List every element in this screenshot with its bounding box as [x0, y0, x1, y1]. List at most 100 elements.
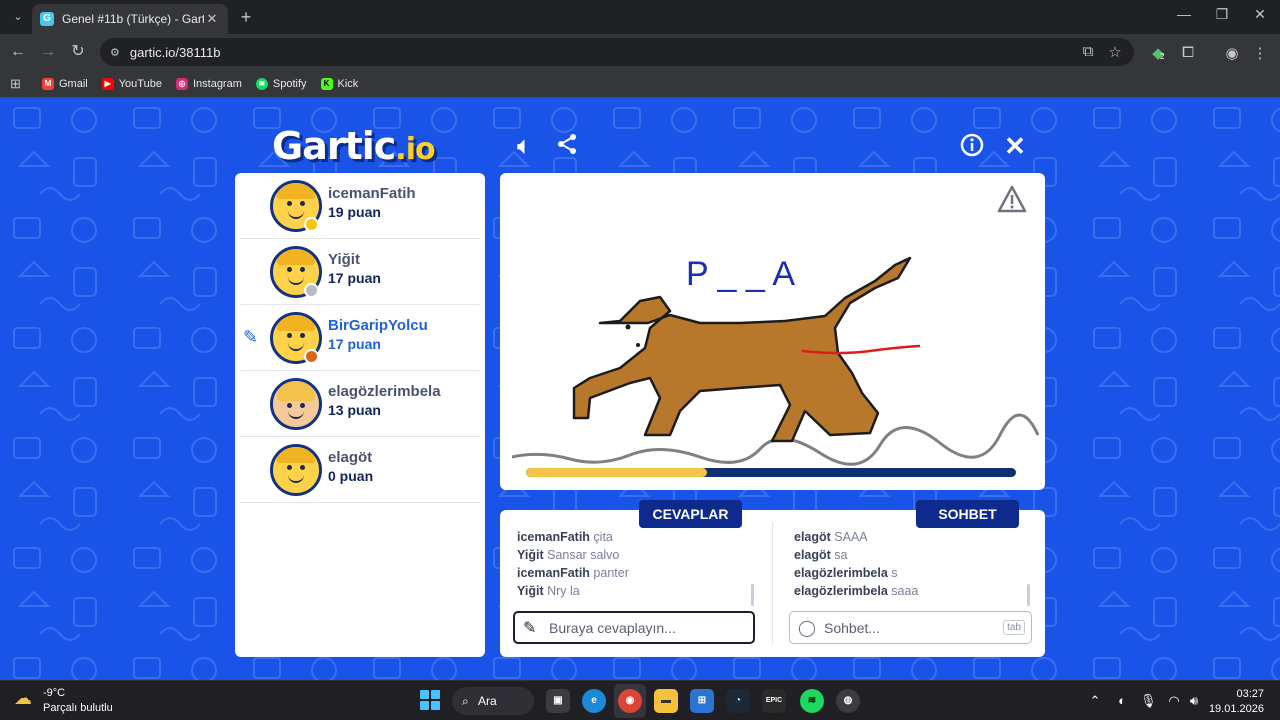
address-bar[interactable]: ⚙ gartic.io/38111b: [100, 38, 1134, 66]
sound-icon[interactable]: 🔈︎: [510, 132, 538, 160]
answers-scrollbar[interactable]: [751, 584, 754, 606]
avatar-mouth: [288, 475, 304, 483]
share-icon[interactable]: [553, 132, 581, 160]
chat-bubble-icon: ◯: [798, 619, 816, 637]
drawing-canvas[interactable]: P _ _ A: [500, 173, 1045, 490]
bookmark-instagram[interactable]: ◎ Instagram: [175, 77, 242, 90]
url-text: gartic.io/38111b: [129, 44, 221, 60]
player-drawing: P _ _ A: [511, 255, 1040, 466]
panel-divider: [772, 522, 773, 644]
chat-input[interactable]: [824, 619, 984, 636]
extensions-puzzle-icon[interactable]: ⧠: [1178, 44, 1198, 61]
answer-input-box[interactable]: ✎: [513, 611, 755, 644]
task-view-icon[interactable]: ▣: [546, 689, 570, 713]
player-row[interactable]: Yiğit 17 puan: [240, 239, 480, 305]
microphone-icon[interactable]: 🎙︎: [1140, 693, 1157, 709]
rank-badge: [304, 283, 319, 298]
avatar-hair: [277, 315, 315, 331]
bookmark-kick[interactable]: K Kick: [320, 77, 359, 90]
chat-input-box[interactable]: ◯ tab: [789, 611, 1032, 644]
gartic-favicon-icon: G: [40, 12, 54, 26]
chat-message: elagöt SAAA: [794, 528, 1034, 546]
drawing-pencil-icon: ✎: [243, 327, 259, 347]
extension-shield-icon[interactable]: ◆ 2: [1148, 44, 1168, 62]
player-score: 19 puan: [328, 204, 381, 220]
avatar-hair: [277, 249, 315, 265]
bookmark-spotify[interactable]: ≋ Spotify: [255, 77, 307, 90]
answer-input[interactable]: [549, 619, 729, 636]
player-avatar: [270, 444, 322, 496]
chrome-icon[interactable]: ◉: [618, 689, 642, 713]
start-windows-icon[interactable]: [420, 690, 440, 710]
chat-scrollbar[interactable]: [1027, 584, 1030, 606]
reload-icon[interactable]: ↻: [68, 42, 88, 62]
bookmark-gmail[interactable]: M Gmail: [42, 77, 88, 90]
new-tab-plus-icon[interactable]: +: [236, 7, 256, 27]
bookmark-label: YouTube: [118, 77, 162, 90]
tray-chevron-icon[interactable]: ⌃: [1087, 693, 1103, 709]
tab-search-chevron-icon[interactable]: ⌄: [8, 7, 28, 27]
steam-icon[interactable]: ◔: [726, 689, 750, 713]
rank-badge: [304, 217, 319, 232]
file-explorer-icon[interactable]: ▬: [654, 689, 678, 713]
player-name: icemanFatih: [328, 185, 416, 202]
search-label: Ara: [478, 694, 497, 708]
wifi-icon[interactable]: ◠: [1166, 693, 1182, 709]
restore-icon[interactable]: ❐: [1210, 6, 1234, 23]
volume-icon[interactable]: 🔊︎: [1186, 693, 1202, 709]
apps-grid-icon[interactable]: ⊞: [10, 76, 24, 92]
avatar-hair: [277, 447, 315, 463]
message-user: Yiğit: [517, 548, 544, 562]
answer-message: icemanFatih çita: [517, 528, 757, 546]
player-row-drawing[interactable]: ✎ BirGaripYolcu 17 puan: [240, 305, 480, 371]
player-score: 17 puan: [328, 336, 381, 352]
rank-badge: [304, 349, 319, 364]
clock-time[interactable]: 03:27: [1216, 688, 1264, 700]
avatar-eye: [300, 201, 305, 206]
chrome-menu-icon[interactable]: ⋮: [1250, 44, 1270, 62]
spotify-taskbar-icon[interactable]: ≋: [800, 689, 824, 713]
weather-condition[interactable]: Parçalı bulutlu: [43, 702, 113, 714]
message-user: icemanFatih: [517, 530, 590, 544]
bookmarks-bar: ⊞ M Gmail ▶ YouTube ◎ Instagram ≋ Spotif…: [0, 70, 1280, 98]
players-panel: icemanFatih 19 puan Yiğit 17 puan ✎ BirG…: [235, 173, 485, 657]
minimize-icon[interactable]: —: [1172, 6, 1196, 22]
profile-avatar-icon[interactable]: ◉: [1222, 44, 1242, 62]
window-close-icon[interactable]: ✕: [1248, 6, 1272, 23]
app-notification-icon[interactable]: ◍: [836, 689, 860, 713]
answer-message: icemanFatih panter: [517, 564, 757, 582]
player-name: elagözlerimbela: [328, 383, 441, 400]
weather-temperature[interactable]: -9°C: [43, 687, 65, 699]
tab-close-icon[interactable]: ✕: [204, 11, 220, 27]
store-icon[interactable]: ⊞: [690, 689, 714, 713]
windows-taskbar: ☁ -9°C Parçalı bulutlu ⌕ Ara ▣ e ◉ ▬ ⊞ ◔…: [0, 680, 1280, 720]
clock-date[interactable]: 19.01.2026: [1206, 703, 1264, 715]
tray-app-icon[interactable]: ◐: [1114, 693, 1130, 708]
gartic-logo: Gartic.io: [272, 124, 436, 168]
message-text: sa: [834, 548, 848, 562]
info-icon[interactable]: [958, 132, 986, 160]
exit-close-icon[interactable]: ✕: [1001, 132, 1029, 160]
edge-icon[interactable]: e: [582, 689, 606, 713]
bookmark-star-icon[interactable]: ☆: [1105, 43, 1125, 61]
browser-tab[interactable]: G Genel #11b (Türkçe) - Gartic.io ✕: [32, 4, 228, 34]
install-app-icon[interactable]: ⧉: [1078, 43, 1098, 60]
back-arrow-icon[interactable]: ←: [8, 42, 28, 62]
player-row[interactable]: icemanFatih 19 puan: [240, 173, 480, 239]
player-row[interactable]: elagöt 0 puan: [240, 437, 480, 503]
avatar-mouth: [288, 277, 304, 285]
message-user: Yiğit: [517, 584, 544, 598]
taskbar-search[interactable]: ⌕ Ara: [452, 687, 534, 715]
round-timer-bar: [526, 468, 1016, 477]
avatar-eye: [287, 403, 292, 408]
message-text: s: [891, 566, 898, 580]
bookmark-youtube[interactable]: ▶ YouTube: [101, 77, 162, 90]
weather-icon[interactable]: ☁: [14, 688, 40, 710]
message-text: SAAA: [834, 530, 868, 544]
report-warning-icon[interactable]: [997, 185, 1027, 213]
epic-games-icon[interactable]: EPIC: [762, 689, 786, 713]
player-row[interactable]: elagözlerimbela 13 puan: [240, 371, 480, 437]
site-info-icon[interactable]: ⚙: [110, 46, 120, 59]
forward-arrow-icon[interactable]: →: [38, 42, 58, 62]
bookmark-label: Kick: [337, 77, 359, 90]
